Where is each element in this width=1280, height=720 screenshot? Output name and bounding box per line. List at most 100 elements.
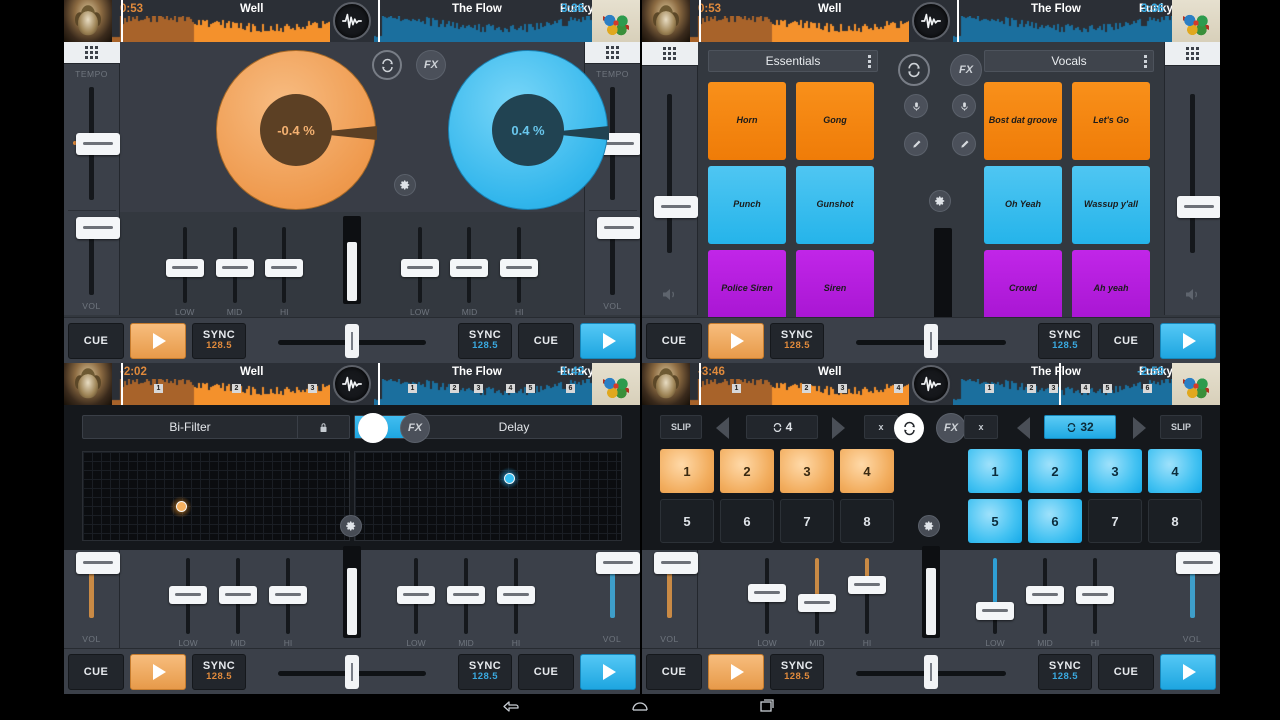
waveform-deck-a-fx[interactable]: -2:02 Well DJ Sneak 1 2 3 4: [112, 363, 330, 405]
eq-hi-thumb-b-fx[interactable]: [497, 586, 535, 604]
crossfader-thumb-top-left[interactable]: [345, 323, 359, 358]
waveform-bar-bottom-left[interactable]: -2:02 Well DJ Sneak 1 2 3 4 The Flow Fun…: [64, 363, 640, 405]
home-button[interactable]: [630, 697, 650, 718]
eq-mid-a-cue[interactable]: MID: [792, 556, 842, 648]
sampler-volume-thumb-right[interactable]: [1176, 196, 1220, 218]
crossfader-top-right[interactable]: [824, 318, 1038, 364]
volume-thumb-a-cue[interactable]: [653, 552, 698, 574]
eq-hi-a[interactable]: HI: [259, 225, 309, 317]
browse-grid-button-b[interactable]: [584, 42, 640, 65]
eq-low-a[interactable]: LOW: [160, 225, 210, 317]
cue-pad-left-4[interactable]: 4: [840, 449, 894, 493]
eq-mid-thumb-b-fx[interactable]: [447, 586, 485, 604]
play-button-a4[interactable]: [708, 653, 764, 690]
eq-mid-a[interactable]: MID: [210, 225, 260, 317]
volume-thumb-b-fx[interactable]: [596, 552, 640, 574]
sample-pad-9[interactable]: Oh Yeah: [984, 166, 1062, 244]
fx-toggle-button[interactable]: FX: [400, 413, 430, 443]
channel-fader-bottom-left[interactable]: [343, 546, 361, 638]
browse-grid-button-sampler-b[interactable]: [1164, 42, 1220, 66]
volume-slider-a-cue[interactable]: [648, 550, 698, 634]
cue-pad-left-6[interactable]: 6: [720, 499, 774, 543]
sampler-volume-thumb-left[interactable]: [653, 196, 698, 218]
cue-pad-left-5[interactable]: 5: [660, 499, 714, 543]
volume-thumb-a-fx[interactable]: [75, 552, 120, 574]
browse-grid-button-sampler-a[interactable]: [642, 42, 698, 66]
waveform-deck-a-cue[interactable]: -3:46 Well DJ Sneak 1 2 3 4: [690, 363, 909, 405]
slip-button-left[interactable]: SLIP: [660, 415, 702, 439]
cue-button-b[interactable]: CUE: [518, 322, 574, 359]
sync-button-a3[interactable]: SYNC 128.5: [192, 653, 246, 690]
eq-hi-thumb-b[interactable]: [500, 259, 539, 277]
eq-low-a-fx[interactable]: LOW: [163, 556, 213, 648]
eq-hi-thumb-a[interactable]: [265, 259, 304, 277]
eq-mid-thumb-b-cue[interactable]: [1026, 586, 1064, 604]
eq-hi-b[interactable]: HI: [494, 225, 544, 317]
sync-button-b3[interactable]: SYNC 128.5: [458, 653, 512, 690]
eq-low-thumb-b[interactable]: [400, 259, 439, 277]
cue-pad-right-3[interactable]: 3: [1088, 449, 1142, 493]
fx-lock-left[interactable]: [297, 416, 349, 438]
sample-pad-7[interactable]: Bost dat groove: [984, 82, 1062, 160]
channel-fader-top-left[interactable]: [343, 216, 361, 304]
edit-button-right[interactable]: [952, 132, 976, 156]
eq-mid-thumb-a-cue[interactable]: [798, 594, 836, 612]
sync-button-b2[interactable]: SYNC 128.5: [1038, 322, 1092, 359]
browse-grid-button-a[interactable]: [64, 42, 120, 65]
cue-pad-left-3[interactable]: 3: [780, 449, 834, 493]
waveform-bar-top-right[interactable]: 0:53 Well DJ Sneak The Flow Funky Trunke…: [642, 0, 1220, 42]
fx-xy-handle-right[interactable]: [498, 467, 521, 490]
loop-button-top-left[interactable]: [372, 50, 402, 80]
waveform-bar-top-left[interactable]: 0:53 Well DJ Sneak The Flow Funky Trunke…: [64, 0, 640, 42]
cue-button-a4[interactable]: CUE: [646, 653, 702, 690]
eq-hi-b-cue[interactable]: HI: [1070, 556, 1120, 648]
eq-mid-b-cue[interactable]: MID: [1020, 556, 1070, 648]
sampler-loop-button[interactable]: [898, 54, 930, 86]
eq-low-thumb-b-cue[interactable]: [976, 602, 1014, 620]
slip-button-right[interactable]: SLIP: [1160, 415, 1202, 439]
waveform-deck-b-mirror[interactable]: The Flow Funky Trunkers 3:36: [953, 0, 1172, 42]
play-button-a3[interactable]: [130, 653, 186, 690]
cue-button-a2[interactable]: CUE: [646, 322, 702, 359]
cue-loop-active-button[interactable]: [894, 413, 924, 443]
crossfader-top-left[interactable]: [246, 318, 458, 364]
eq-low-thumb-a[interactable]: [165, 259, 204, 277]
sampler-fx-button[interactable]: FX: [950, 54, 982, 86]
sample-pad-2[interactable]: Gong: [796, 82, 874, 160]
sample-pad-4[interactable]: Gunshot: [796, 166, 874, 244]
eq-hi-a-fx[interactable]: HI: [263, 556, 313, 648]
mic-button-left[interactable]: [904, 94, 928, 118]
cue-button-a[interactable]: CUE: [68, 322, 124, 359]
sampler-bank-right-header[interactable]: Vocals: [984, 50, 1154, 72]
overflow-menu-icon[interactable]: [868, 54, 871, 68]
crossfader-thumb-bottom-right[interactable]: [924, 654, 938, 689]
cue-pad-right-2[interactable]: 2: [1028, 449, 1082, 493]
sampler-volume-left[interactable]: [648, 84, 698, 287]
speaker-button-right[interactable]: [1184, 287, 1202, 307]
sample-pad-8[interactable]: Let's Go: [1072, 82, 1150, 160]
eq-low-a-cue[interactable]: LOW: [742, 556, 792, 648]
cue-button-b3[interactable]: CUE: [518, 653, 574, 690]
sync-button-a2[interactable]: SYNC 128.5: [770, 322, 824, 359]
sync-button-a[interactable]: SYNC 128.5: [192, 322, 246, 359]
volume-slider-b-fx[interactable]: [590, 550, 640, 634]
volume-slider-a-fx[interactable]: [70, 550, 120, 634]
tempo-thumb-a[interactable]: [75, 133, 120, 156]
waveform-deck-b-fx[interactable]: The Flow Funky Trunkers -1:42 1 2 3 4 5 …: [374, 363, 592, 405]
crossfader-thumb-top-right[interactable]: [924, 323, 938, 358]
eq-low-thumb-a-cue[interactable]: [748, 584, 786, 602]
cue-pad-right-1[interactable]: 1: [968, 449, 1022, 493]
waveform-bar-bottom-right[interactable]: -3:46 Well DJ Sneak 1 2 3 4 The Flow Fun…: [642, 363, 1220, 405]
cue-pad-left-1[interactable]: 1: [660, 449, 714, 493]
eq-mid-thumb-a[interactable]: [215, 259, 254, 277]
eq-hi-thumb-b-cue[interactable]: [1076, 586, 1114, 604]
eq-mid-thumb-a-fx[interactable]: [219, 586, 257, 604]
eq-hi-b-fx[interactable]: HI: [491, 556, 541, 648]
play-button-b3[interactable]: [580, 653, 636, 690]
settings-gear-top-left[interactable]: [394, 174, 416, 196]
fx-button-top-left[interactable]: FX: [416, 50, 446, 80]
fx-selector-left[interactable]: Bi-Filter: [82, 415, 350, 439]
sampler-volume-right[interactable]: [1171, 84, 1220, 287]
recents-button[interactable]: [758, 697, 778, 718]
sync-button-b[interactable]: SYNC 128.5: [458, 322, 512, 359]
